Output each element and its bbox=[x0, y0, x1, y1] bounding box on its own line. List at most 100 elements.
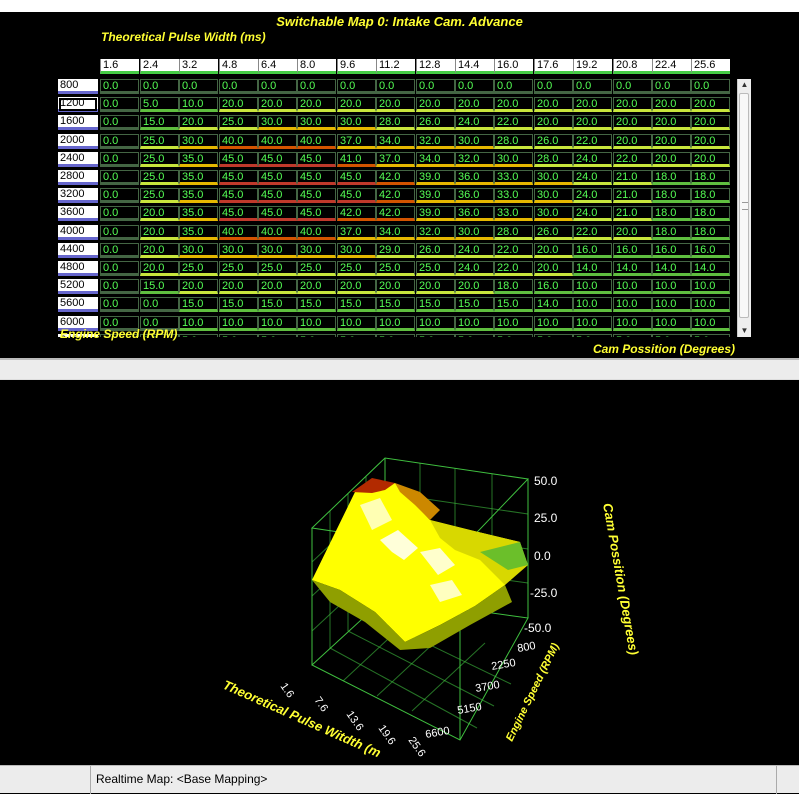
map-cell[interactable]: 25.0 bbox=[297, 261, 336, 276]
map-cell[interactable]: 40.0 bbox=[219, 133, 258, 149]
map-cell[interactable]: 34.0 bbox=[376, 224, 415, 240]
map-cell[interactable]: 45.0 bbox=[258, 151, 297, 167]
map-cell[interactable]: 25.0 bbox=[179, 261, 218, 276]
map-cell[interactable]: 32.0 bbox=[416, 133, 455, 149]
map-cell[interactable]: 0.0 bbox=[100, 188, 139, 204]
map-cell[interactable]: 24.0 bbox=[455, 242, 494, 258]
map-cell[interactable]: 39.0 bbox=[416, 170, 455, 185]
map-cell[interactable]: 10.0 bbox=[219, 315, 258, 331]
map-cell[interactable]: 30.0 bbox=[534, 170, 573, 185]
map-cell[interactable]: 24.0 bbox=[455, 261, 494, 276]
map-cell[interactable]: 24.0 bbox=[573, 151, 612, 167]
map-cell[interactable]: 45.0 bbox=[297, 151, 336, 167]
map-cell[interactable]: 40.0 bbox=[219, 224, 258, 240]
column-header[interactable]: 12.8 bbox=[416, 59, 455, 74]
map-cell[interactable]: 37.0 bbox=[337, 133, 376, 149]
map-cell[interactable]: 20.0 bbox=[140, 242, 179, 258]
map-cell[interactable]: 15.0 bbox=[219, 297, 258, 313]
map-cell[interactable]: 22.0 bbox=[494, 242, 533, 258]
column-header[interactable]: 2.4 bbox=[140, 59, 179, 74]
map-cell[interactable]: 20.0 bbox=[258, 97, 297, 113]
map-cell[interactable]: 5.0 bbox=[455, 333, 494, 337]
map-cell[interactable]: 45.0 bbox=[297, 188, 336, 204]
map-cell[interactable]: 25.0 bbox=[140, 188, 179, 204]
map-cell[interactable]: 10.0 bbox=[534, 315, 573, 331]
map-cell[interactable]: 0.0 bbox=[337, 79, 376, 94]
scroll-up-arrow-icon[interactable]: ▲ bbox=[738, 79, 751, 91]
map-cell[interactable]: 5.0 bbox=[534, 333, 573, 337]
map-cell[interactable]: 40.0 bbox=[297, 133, 336, 149]
map-cell[interactable]: 10.0 bbox=[613, 279, 652, 295]
map-cell[interactable]: 25.0 bbox=[416, 261, 455, 276]
map-cell[interactable]: 40.0 bbox=[297, 224, 336, 240]
map-cell[interactable]: 22.0 bbox=[494, 261, 533, 276]
map-cell[interactable]: 0.0 bbox=[534, 79, 573, 94]
column-header[interactable]: 3.2 bbox=[179, 59, 218, 74]
row-header[interactable]: 2800 bbox=[58, 170, 98, 185]
map-cell[interactable]: 10.0 bbox=[691, 279, 730, 295]
map-cell[interactable]: 16.0 bbox=[573, 242, 612, 258]
map-cell[interactable]: 26.0 bbox=[416, 242, 455, 258]
map-cell[interactable]: 18.0 bbox=[652, 224, 691, 240]
map-cell[interactable]: 35.0 bbox=[179, 188, 218, 204]
map-cell[interactable]: 0.0 bbox=[100, 133, 139, 149]
column-header[interactable]: 25.6 bbox=[691, 59, 730, 74]
map-cell[interactable]: 37.0 bbox=[337, 224, 376, 240]
map-cell[interactable]: 45.0 bbox=[219, 188, 258, 204]
map-cell[interactable]: 21.0 bbox=[613, 188, 652, 204]
column-header[interactable]: 20.8 bbox=[613, 59, 652, 74]
map-cell[interactable]: 20.0 bbox=[494, 97, 533, 113]
map-cell[interactable]: 10.0 bbox=[258, 315, 297, 331]
map-cell[interactable]: 30.0 bbox=[258, 242, 297, 258]
map-cell[interactable]: 0.0 bbox=[100, 279, 139, 295]
map-cell[interactable]: 20.0 bbox=[652, 115, 691, 131]
map-cell[interactable]: 5.0 bbox=[613, 333, 652, 337]
map-cell[interactable]: 0.0 bbox=[455, 79, 494, 94]
map-cell[interactable]: 10.0 bbox=[613, 297, 652, 313]
map-cell[interactable]: 45.0 bbox=[297, 170, 336, 185]
map-cell[interactable]: 5.0 bbox=[416, 333, 455, 337]
map-cell[interactable]: 15.0 bbox=[376, 297, 415, 313]
map-cell[interactable]: 0.0 bbox=[100, 97, 139, 113]
map-cell[interactable]: 20.0 bbox=[455, 97, 494, 113]
map-cell[interactable]: 15.0 bbox=[258, 297, 297, 313]
map-cell[interactable]: 16.0 bbox=[613, 242, 652, 258]
map-cell[interactable]: 10.0 bbox=[652, 297, 691, 313]
map-cell[interactable]: 30.0 bbox=[534, 188, 573, 204]
map-cell[interactable]: 20.0 bbox=[573, 115, 612, 131]
pane-splitter[interactable] bbox=[0, 358, 799, 380]
map-cell[interactable]: 20.0 bbox=[613, 97, 652, 113]
map-cell[interactable]: 10.0 bbox=[455, 315, 494, 331]
map-cell[interactable]: 0.0 bbox=[297, 79, 336, 94]
map-cell[interactable]: 39.0 bbox=[416, 188, 455, 204]
map-cell[interactable]: 15.0 bbox=[455, 297, 494, 313]
map-cell[interactable]: 20.0 bbox=[534, 242, 573, 258]
map-cell[interactable]: 24.0 bbox=[573, 188, 612, 204]
map-cell[interactable]: 25.0 bbox=[258, 261, 297, 276]
map-cell[interactable]: 20.0 bbox=[652, 97, 691, 113]
map-cell[interactable]: 20.0 bbox=[691, 115, 730, 131]
map-cell[interactable]: 22.0 bbox=[494, 115, 533, 131]
map-cell[interactable]: 0.0 bbox=[179, 79, 218, 94]
map-cell[interactable]: 0.0 bbox=[100, 151, 139, 167]
map-cell[interactable]: 25.0 bbox=[140, 133, 179, 149]
map-cell[interactable]: 14.0 bbox=[534, 297, 573, 313]
map-cell[interactable]: 10.0 bbox=[179, 315, 218, 331]
map-cell[interactable]: 36.0 bbox=[455, 206, 494, 222]
row-header[interactable]: 5600 bbox=[58, 297, 98, 313]
map-cell[interactable]: 15.0 bbox=[179, 297, 218, 313]
map-cell[interactable]: 20.0 bbox=[691, 97, 730, 113]
map-cell[interactable]: 25.0 bbox=[219, 261, 258, 276]
map-cell[interactable]: 15.0 bbox=[416, 297, 455, 313]
map-cell[interactable]: 18.0 bbox=[691, 224, 730, 240]
map-cell[interactable]: 5.0 bbox=[573, 333, 612, 337]
map-cell[interactable]: 10.0 bbox=[376, 315, 415, 331]
map-cell[interactable]: 0.0 bbox=[652, 79, 691, 94]
table-vertical-scrollbar[interactable]: ▲ ▼ bbox=[737, 79, 751, 337]
map-cell[interactable]: 25.0 bbox=[140, 151, 179, 167]
map-cell[interactable]: 35.0 bbox=[179, 151, 218, 167]
map-cell[interactable]: 45.0 bbox=[219, 206, 258, 222]
map-cell[interactable]: 33.0 bbox=[494, 170, 533, 185]
map-cell[interactable]: 18.0 bbox=[691, 170, 730, 185]
map-cell[interactable]: 30.0 bbox=[455, 224, 494, 240]
